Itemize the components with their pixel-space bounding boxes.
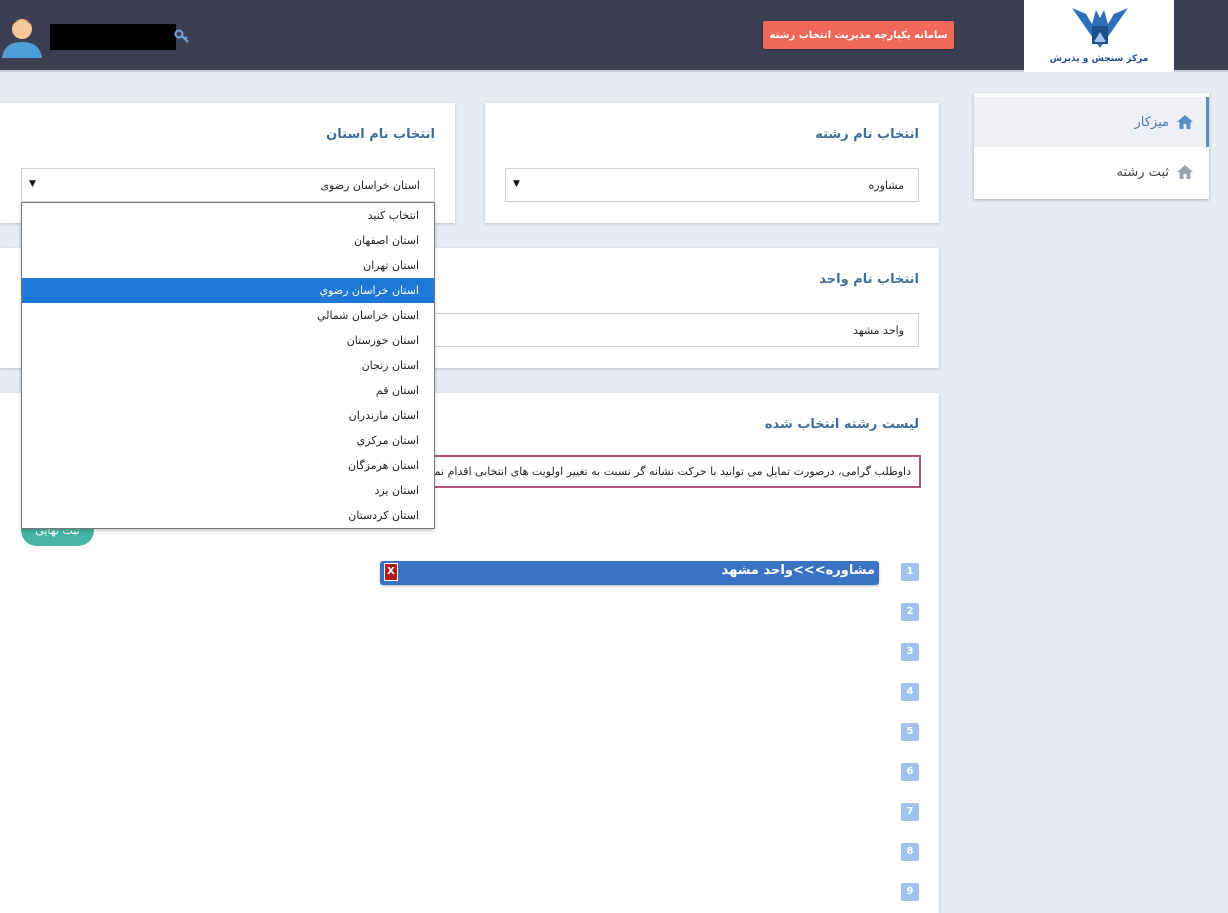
province-dropdown-list: انتخاب کنید استان اصفهان استان تهران است…	[21, 202, 435, 529]
dropdown-arrow-icon: ▼	[29, 179, 36, 189]
logo: مرکز سنجش و پذیرش	[1024, 0, 1174, 72]
priority-number-badge: 3	[901, 643, 919, 661]
sidebar-item-label: ثبت رشته	[1116, 164, 1169, 180]
dropdown-option[interactable]: استان کردستان	[22, 503, 434, 528]
dropdown-arrow-icon: ▼	[513, 179, 520, 189]
dropdown-option[interactable]: استان هرمزگان	[22, 453, 434, 478]
dropdown-option-highlighted[interactable]: استان خراسان رضوي	[22, 278, 434, 303]
priority-number-badge: 5	[901, 723, 919, 741]
dropdown-option[interactable]: استان مرکزي	[22, 428, 434, 453]
province-select[interactable]: استان خراسان رضوی ▼	[21, 168, 435, 202]
priority-item-label: مشاوره>>>واحد مشهد	[721, 563, 875, 578]
province-panel-title: انتخاب نام استان	[326, 127, 435, 142]
priority-number-badge: 7	[901, 803, 919, 821]
dropdown-option[interactable]: استان قم	[22, 378, 434, 403]
dropdown-option[interactable]: استان اصفهان	[22, 228, 434, 253]
priority-number-badge: 8	[901, 843, 919, 861]
priority-number-badge: 4	[901, 683, 919, 701]
priority-number-badge: 2	[901, 603, 919, 621]
delete-item-button[interactable]: X	[384, 563, 398, 581]
dropdown-option[interactable]: انتخاب کنید	[22, 203, 434, 228]
field-panel: انتخاب نام رشته مشاوره ▼	[485, 103, 939, 223]
dropdown-option[interactable]: استان تهران	[22, 253, 434, 278]
unit-select-value: واحد مشهد	[853, 323, 904, 337]
home-icon	[1177, 165, 1193, 179]
dropdown-option[interactable]: استان خوزستان	[22, 328, 434, 353]
key-icon[interactable]	[174, 28, 190, 44]
username-redacted	[50, 24, 176, 50]
sidebar: میزکار ثبت رشته	[974, 93, 1209, 199]
user-avatar-icon[interactable]	[0, 14, 44, 58]
dropdown-option[interactable]: استان يزد	[22, 478, 434, 503]
sidebar-item-label: میزکار	[1134, 114, 1170, 130]
home-icon	[1177, 115, 1193, 129]
dropdown-option[interactable]: استان خراسان شمالي	[22, 303, 434, 328]
sidebar-item-register-field[interactable]: ثبت رشته	[974, 147, 1209, 197]
priority-item[interactable]: مشاوره>>>واحد مشهد X	[380, 561, 879, 585]
priority-number-badge: 1	[901, 563, 919, 581]
dropdown-option[interactable]: استان زنجان	[22, 353, 434, 378]
dropdown-option[interactable]: استان مازندران	[22, 403, 434, 428]
logo-text: مرکز سنجش و پذیرش	[1049, 54, 1149, 64]
priority-number-badge: 6	[901, 763, 919, 781]
top-header: مرکز سنجش و پذیرش سامانه یکپارچه مدیریت …	[0, 0, 1228, 72]
province-select-value: استان خراسان رضوی	[320, 178, 420, 192]
field-panel-title: انتخاب نام رشته	[815, 127, 919, 142]
selected-list-title: لیست رشته انتخاب شده	[764, 417, 919, 432]
priority-notice: داوطلب گرامی، درصورت تمایل می توانید با …	[425, 455, 921, 488]
system-title-button[interactable]: سامانه یکپارچه مدیریت انتخاب رشته	[763, 21, 954, 49]
unit-panel-title: انتخاب نام واحد	[819, 272, 919, 287]
sidebar-item-dashboard[interactable]: میزکار	[974, 97, 1209, 147]
field-select[interactable]: مشاوره ▼	[505, 168, 919, 202]
priority-number-badge: 9	[901, 883, 919, 901]
field-select-value: مشاوره	[868, 178, 904, 192]
university-logo-icon	[1072, 8, 1128, 48]
